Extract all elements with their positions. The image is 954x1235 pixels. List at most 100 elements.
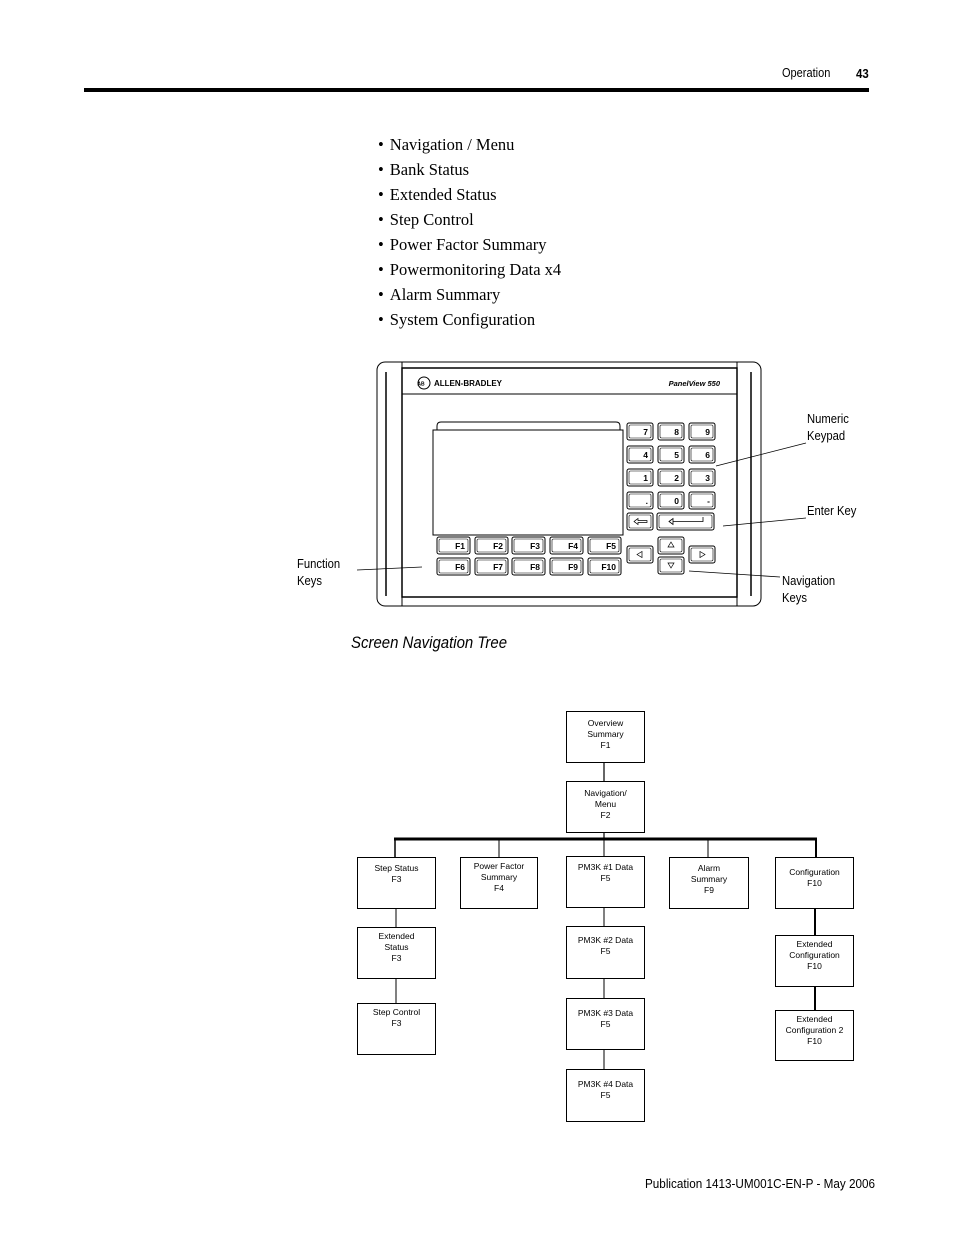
node-line: PM3K #4 Data xyxy=(577,1079,634,1089)
numeric-key-6[interactable]: 6 xyxy=(688,445,716,464)
node-line: F4 xyxy=(494,883,504,893)
node-line: Power Factor xyxy=(473,861,525,871)
node-line: PM3K #3 Data xyxy=(577,1008,634,1018)
function-key-f1[interactable]: F1 xyxy=(436,536,471,555)
display-hood xyxy=(436,421,621,430)
function-key-f9[interactable]: F9 xyxy=(549,557,584,576)
numeric-key-0[interactable]: 0 xyxy=(657,491,685,510)
tree-node-extended-status: Extended Status F3 xyxy=(357,927,436,979)
numeric-key-4[interactable]: 4 xyxy=(626,445,654,464)
key-label: F3 xyxy=(530,541,540,551)
key-label: F2 xyxy=(493,541,503,551)
callout-line: Keys xyxy=(297,574,323,588)
display-screen xyxy=(432,429,624,536)
function-key-f10[interactable]: F10 xyxy=(587,557,622,576)
numeric-key-1[interactable]: 1 xyxy=(626,468,654,487)
node-line: F2 xyxy=(600,810,611,820)
function-key-f4[interactable]: F4 xyxy=(549,536,584,555)
tree-connectors xyxy=(394,763,817,1069)
key-label: F4 xyxy=(568,541,578,551)
numeric-key-minus[interactable]: - xyxy=(688,491,716,510)
function-key-f2[interactable]: F2 xyxy=(474,536,509,555)
callout-line: Function xyxy=(297,557,341,571)
node-line: F10 xyxy=(807,961,822,971)
nav-key-right[interactable] xyxy=(688,545,716,564)
nav-key-down[interactable] xyxy=(657,556,685,575)
key-label: F6 xyxy=(455,562,465,572)
leader-enter-key xyxy=(722,517,807,527)
tree-node-extended-configuration-2: Extended Configuration 2 F10 xyxy=(775,1010,854,1061)
node-line: F5 xyxy=(600,1019,611,1029)
node-line: Step Status xyxy=(374,863,419,873)
node-line: Extended xyxy=(796,939,833,949)
tree-node-navigation-menu: Navigation/ Menu F2 xyxy=(566,781,645,833)
function-key-f3[interactable]: F3 xyxy=(511,536,546,555)
figure-caption: Screen Navigation Tree xyxy=(351,633,508,652)
ab-logo-text: AB xyxy=(417,382,425,388)
callout-line: Numeric xyxy=(807,412,849,426)
node-line: Summary xyxy=(587,729,624,739)
key-label: 6 xyxy=(705,450,710,460)
node-line: F1 xyxy=(600,740,611,750)
node-line: Extended xyxy=(378,931,415,941)
tree-node-pm3k-3-data: PM3K #3 Data F5 xyxy=(566,998,645,1050)
nav-key-up[interactable] xyxy=(657,536,685,555)
key-label: 3 xyxy=(705,473,710,483)
function-key-f5[interactable]: F5 xyxy=(587,536,622,555)
function-key-f8[interactable]: F8 xyxy=(511,557,546,576)
key-label: 2 xyxy=(674,473,679,483)
node-line: Menu xyxy=(594,799,617,809)
tree-node-pm3k-1-data: PM3K #1 Data F5 xyxy=(566,856,645,908)
node-line: Alarm xyxy=(697,863,721,873)
key-label: . xyxy=(646,496,648,506)
backspace-key[interactable] xyxy=(626,512,654,531)
callout-numeric-keypad: Numeric Keypad xyxy=(807,411,849,445)
node-line: Navigation/ xyxy=(584,788,627,798)
tree-node-alarm-summary: Alarm Summary F9 xyxy=(669,857,749,909)
callout-line: Keypad xyxy=(807,429,846,443)
function-key-f6[interactable]: F6 xyxy=(436,557,471,576)
numeric-key-2[interactable]: 2 xyxy=(657,468,685,487)
numeric-key-decimal[interactable]: . xyxy=(626,491,654,510)
node-line: Overview xyxy=(587,718,624,728)
function-key-f7[interactable]: F7 xyxy=(474,557,509,576)
tree-node-configuration: Configuration F10 xyxy=(775,857,854,909)
node-line: Configuration 2 xyxy=(785,1025,844,1035)
key-label: 1 xyxy=(643,473,648,483)
leader-function-keys xyxy=(356,566,423,571)
node-line: F10 xyxy=(807,1036,822,1046)
callout-function-keys: Function Keys xyxy=(297,556,340,590)
numeric-key-9[interactable]: 9 xyxy=(688,422,716,441)
node-line: Step Control xyxy=(372,1007,421,1017)
enter-key[interactable] xyxy=(656,512,715,531)
node-line: Configuration xyxy=(789,867,840,877)
key-label: F9 xyxy=(568,562,578,572)
callout-enter-key: Enter Key xyxy=(807,504,857,518)
leader-navigation-keys xyxy=(688,570,781,578)
key-label: F10 xyxy=(601,562,616,572)
node-line: F3 xyxy=(391,1018,402,1028)
nav-key-left[interactable] xyxy=(626,545,654,564)
callout-line: Keys xyxy=(782,591,808,605)
key-label: - xyxy=(707,496,710,506)
numeric-key-8[interactable]: 8 xyxy=(657,422,685,441)
tree-node-pm3k-4-data: PM3K #4 Data F5 xyxy=(566,1069,645,1122)
numeric-key-3[interactable]: 3 xyxy=(688,468,716,487)
key-label: 5 xyxy=(674,450,679,460)
brand-name: ALLEN-BRADLEY xyxy=(434,379,503,388)
node-line: Extended xyxy=(796,1014,833,1024)
node-line: F5 xyxy=(600,946,611,956)
key-label: 0 xyxy=(674,496,679,506)
node-line: F5 xyxy=(600,873,611,883)
numeric-key-7[interactable]: 7 xyxy=(626,422,654,441)
callout-navigation-keys: Navigation Keys xyxy=(782,573,835,607)
node-line: Summary xyxy=(480,872,518,882)
tree-node-overview-summary: Overview Summary F1 xyxy=(566,711,645,763)
key-label: 9 xyxy=(705,427,710,437)
tree-node-extended-configuration: Extended Configuration F10 xyxy=(775,935,854,987)
tree-node-step-status: Step Status F3 xyxy=(357,857,436,909)
numeric-key-5[interactable]: 5 xyxy=(657,445,685,464)
callout-line: Navigation xyxy=(782,574,836,588)
function-keys: F1 F2 F3 F4 F5 F6 F7 F8 F9 F10 xyxy=(436,536,622,576)
key-label: 8 xyxy=(674,427,679,437)
